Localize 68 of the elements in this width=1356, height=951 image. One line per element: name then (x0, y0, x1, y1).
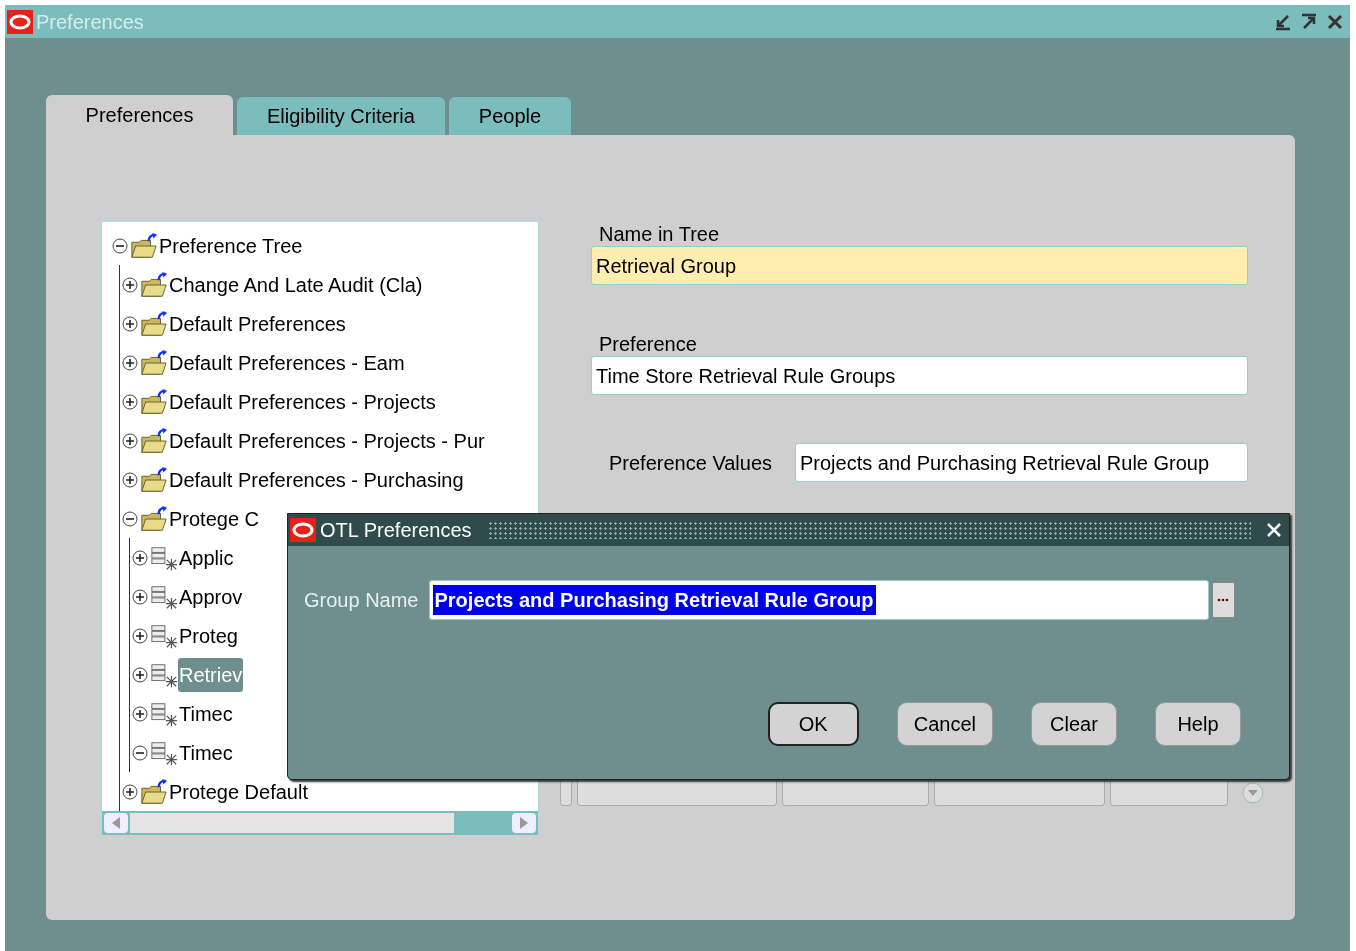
expand-icon[interactable] (120, 352, 140, 373)
folder-icon (140, 465, 168, 494)
collapse-icon[interactable] (130, 742, 150, 763)
input-field[interactable]: Projects and Purchasing Retrieval Rule Group (795, 443, 1248, 482)
tree-item[interactable]: Protege C (168, 501, 261, 536)
tree-item[interactable]: Default Preferences - Eam (168, 345, 406, 380)
tree-item[interactable]: Applic (178, 540, 235, 575)
expand-icon[interactable] (130, 625, 150, 646)
close-icon[interactable] (1326, 12, 1344, 31)
dialog-title: OTL Preferences (320, 518, 472, 543)
expand-icon[interactable] (120, 781, 140, 802)
expand-icon[interactable] (130, 703, 150, 724)
expand-icon[interactable] (130, 547, 150, 568)
expand-icon[interactable] (120, 430, 140, 451)
tree-item[interactable]: Timec (178, 735, 234, 770)
close-icon[interactable] (1265, 521, 1283, 539)
tab[interactable]: People (448, 97, 572, 135)
field-label: Preference Values (609, 450, 774, 476)
list-of-values-button[interactable] (1211, 582, 1235, 618)
folder-icon (140, 270, 168, 299)
scroll-down-icon[interactable] (1241, 781, 1265, 805)
collapse-icon[interactable] (120, 508, 140, 529)
horizontal-scrollbar[interactable] (102, 811, 538, 835)
logo-icon (7, 9, 33, 34)
folder-icon (140, 348, 168, 377)
folder-icon (140, 309, 168, 338)
dialog-button[interactable]: OK (767, 702, 859, 746)
window-title: Preferences (36, 9, 145, 35)
field-label: Preference (599, 332, 698, 356)
expand-icon[interactable] (120, 391, 140, 412)
input-field[interactable]: Retrieval Group (591, 246, 1248, 285)
ellipsis-icon (1217, 598, 1229, 602)
tree-item[interactable]: Retriev (178, 657, 244, 692)
folder-icon (140, 426, 168, 455)
tree-item[interactable]: Protege Default (168, 774, 309, 809)
expand-icon[interactable] (130, 586, 150, 607)
tree-item[interactable]: Approv (178, 579, 244, 614)
tree-item[interactable]: Default Preferences - Purchasing (168, 462, 465, 497)
expand-icon[interactable] (130, 664, 150, 685)
selected-text: Projects and Purchasing Retrieval Rule Group (432, 585, 876, 615)
folder-icon (140, 504, 168, 533)
field-label: Group Name (304, 588, 419, 613)
collapse-icon[interactable] (110, 235, 130, 256)
expand-icon[interactable] (120, 469, 140, 490)
dialog-button[interactable]: Help (1155, 702, 1241, 746)
dialog-button[interactable]: Cancel (896, 702, 993, 746)
tree-item[interactable]: Default Preferences - Projects - Pur (168, 423, 486, 458)
expand-icon[interactable] (120, 313, 140, 334)
tree-item[interactable]: Default Preferences (168, 306, 347, 341)
folder-icon (140, 387, 168, 416)
input-field[interactable]: Projects and Purchasing Retrieval Rule Group (428, 580, 1209, 620)
tab[interactable]: Preferences (46, 95, 233, 135)
dialog-button[interactable]: Clear (1031, 702, 1117, 746)
expand-icon[interactable] (120, 274, 140, 295)
tree-item[interactable]: Proteg (178, 618, 239, 653)
tree-item[interactable]: Change And Late Audit (Cla) (168, 267, 424, 302)
folder-icon (140, 777, 168, 806)
tree-item[interactable]: Preference Tree (158, 228, 304, 263)
tree-item[interactable]: Default Preferences - Projects (168, 384, 437, 419)
minimize-icon[interactable] (1274, 12, 1292, 31)
input-field[interactable]: Time Store Retrieval Rule Groups (591, 356, 1248, 395)
table-cell (560, 780, 572, 806)
field-label: Name in Tree (599, 222, 721, 246)
folder-icon (130, 231, 158, 260)
tab[interactable]: Eligibility Criteria (237, 97, 445, 135)
tree-item[interactable]: Timec (178, 696, 234, 731)
logo-icon (290, 518, 316, 542)
maximize-icon[interactable] (1300, 12, 1318, 31)
